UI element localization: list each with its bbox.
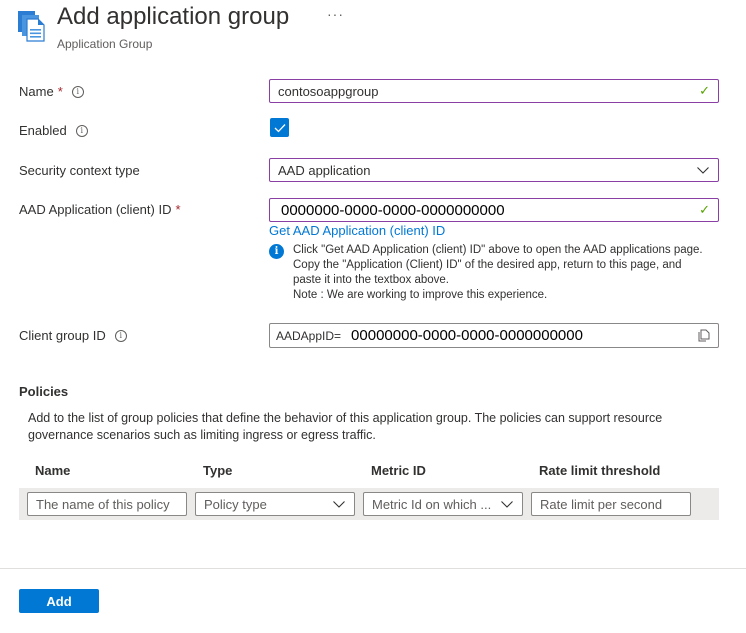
security-context-dropdown[interactable]: AAD application [269,158,719,182]
info-icon[interactable]: i [71,85,84,98]
column-header-type: Type [203,463,233,478]
client-group-id-label-text: Client group ID [19,328,106,343]
policies-title: Policies [19,384,69,399]
chevron-down-icon[interactable] [332,497,346,511]
policy-name-input[interactable]: The name of this policy [27,492,187,516]
info-message-body: Click "Get AAD Application (client) ID" … [293,244,703,286]
aad-app-id-label: AAD Application (client) ID * [19,202,181,217]
footer-divider [0,568,746,569]
valid-check-icon: ✓ [699,202,710,217]
enabled-label: Enabled i [19,123,88,138]
copy-icon[interactable] [698,329,710,342]
enabled-label-text: Enabled [19,123,67,138]
page-title: Add application group [57,3,290,30]
column-header-name: Name [35,463,71,478]
application-group-icon [17,10,47,42]
client-group-id-field: AADAppID= 00000000-0000-0000-0000000000 [269,323,719,348]
aad-app-id-value[interactable]: 0000000-0000-0000-0000000000 [278,202,699,219]
client-group-id-prefix: AADAppID= [276,328,342,343]
add-button[interactable]: Add [19,589,99,613]
policy-type-dropdown[interactable]: Policy type [195,492,355,516]
name-input[interactable]: contosoappgroup ✓ [269,79,719,103]
info-message-note: Note : We are working to improve this ex… [293,289,548,301]
security-context-label-text: Security context type [19,163,140,178]
info-icon[interactable]: i [75,124,88,137]
client-group-id-value: 00000000-0000-0000-0000000000 [351,327,583,344]
page-subtitle: Application Group [57,37,153,51]
required-marker: * [175,202,181,217]
client-group-id-label: Client group ID i [19,328,127,343]
aad-app-id-input[interactable]: 0000000-0000-0000-0000000000 ✓ [269,198,719,222]
info-message: i Click "Get AAD Application (client) ID… [269,243,709,303]
info-filled-icon: i [269,244,284,259]
name-label-text: Name [19,84,54,99]
metric-id-placeholder[interactable]: Metric Id on which ... [372,497,500,512]
column-header-rate-limit: Rate limit threshold [539,463,661,478]
policy-type-placeholder[interactable]: Policy type [204,497,332,512]
rate-limit-input[interactable]: Rate limit per second [531,492,691,516]
checkmark-icon [274,123,285,132]
aad-app-id-label-text: AAD Application (client) ID [19,202,172,217]
policy-name-placeholder[interactable]: The name of this policy [36,497,178,512]
info-icon[interactable]: i [114,329,127,342]
security-context-selected[interactable]: AAD application [278,163,696,178]
policies-description: Add to the list of group policies that d… [28,411,663,442]
enabled-checkbox[interactable] [270,118,289,137]
more-options-button[interactable]: ··· [327,6,344,22]
name-input-value[interactable]: contosoappgroup [278,84,699,99]
metric-id-dropdown[interactable]: Metric Id on which ... [363,492,523,516]
rate-limit-placeholder[interactable]: Rate limit per second [540,497,682,512]
chevron-down-icon[interactable] [500,497,514,511]
valid-check-icon: ✓ [699,83,710,98]
get-aad-app-id-link[interactable]: Get AAD Application (client) ID [269,223,445,238]
chevron-down-icon[interactable] [696,163,710,177]
required-marker: * [57,84,63,99]
name-label: Name * i [19,84,84,99]
security-context-label: Security context type [19,163,140,178]
column-header-metric-id: Metric ID [371,463,426,478]
info-message-text: Click "Get AAD Application (client) ID" … [293,243,709,303]
